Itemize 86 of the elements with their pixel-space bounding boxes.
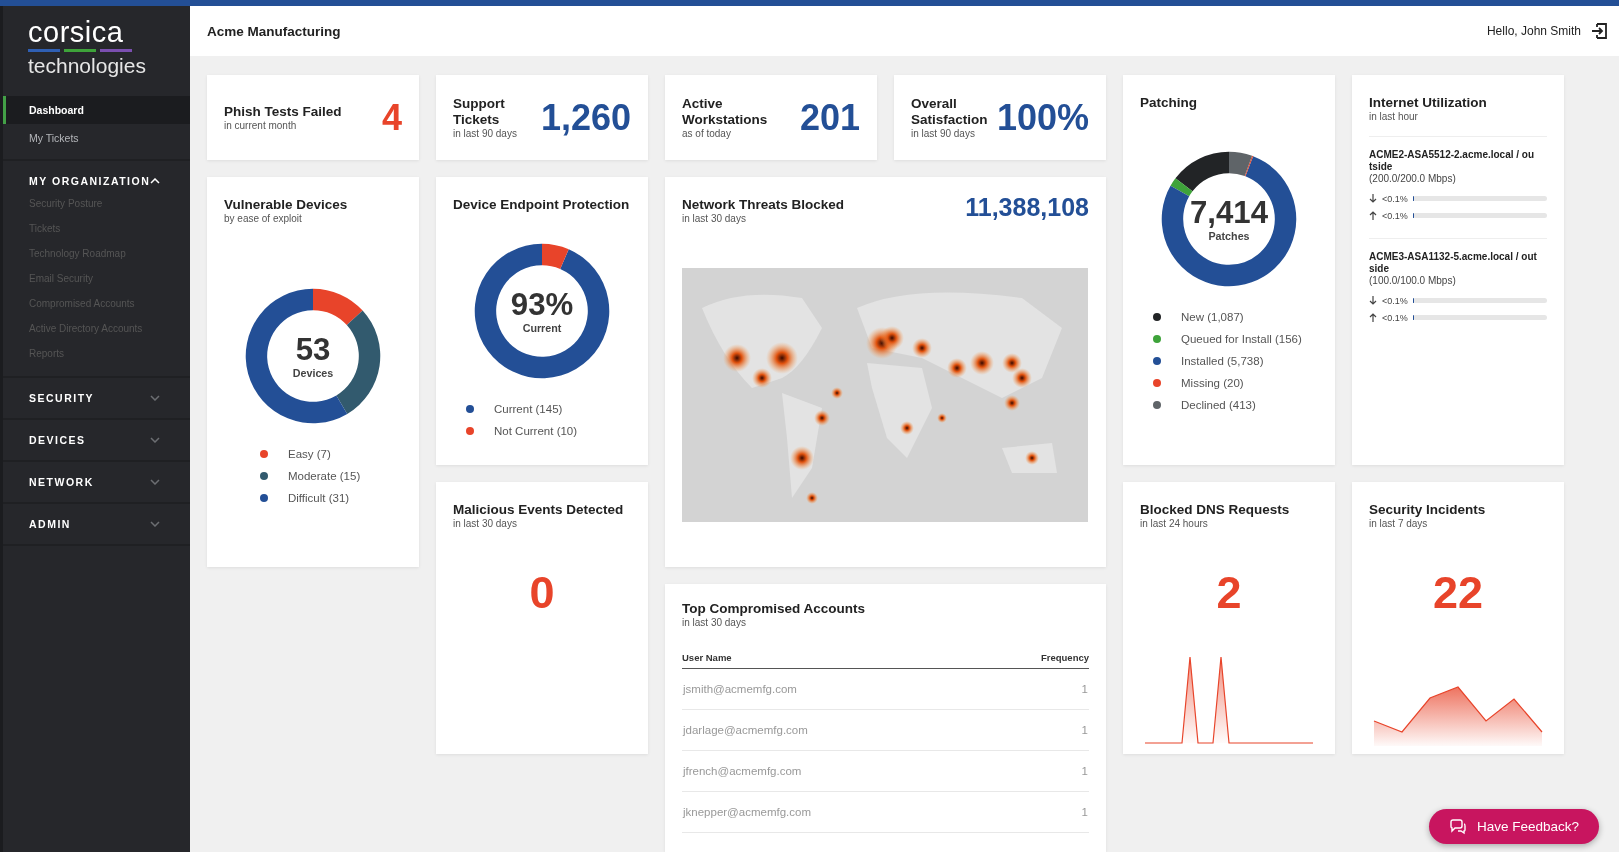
- card-title: Vulnerable Devices: [224, 197, 349, 213]
- column-header: User Name: [682, 652, 732, 663]
- section-header[interactable]: MY ORGANIZATION: [3, 161, 190, 201]
- legend-label: Not Current (10): [494, 425, 578, 437]
- link-name: ACME2-ASA5512-2.acme.local / outside: [1369, 149, 1536, 173]
- card-subtitle: in last 7 days: [1369, 518, 1429, 529]
- section-header[interactable]: NETWORK: [3, 462, 190, 502]
- table-cell: 1: [1081, 683, 1088, 695]
- stat-value: 100%: [996, 96, 1089, 139]
- card-subtitle: in last 90 days: [911, 128, 976, 139]
- chat-icon: [1448, 818, 1467, 835]
- card-subtitle: in last 90 days: [453, 128, 518, 139]
- donut-center-value: 93%: [510, 286, 574, 322]
- section-header[interactable]: ADMIN: [3, 504, 190, 544]
- donut-center-label: Patches: [1208, 230, 1250, 243]
- threat-count: 11,388,108: [965, 193, 1089, 222]
- card-subtitle: by ease of exploit: [224, 213, 303, 224]
- card-title: Support Tickets: [453, 96, 506, 128]
- section-header[interactable]: SECURITY: [3, 378, 190, 418]
- logo-text: technologies: [28, 55, 147, 77]
- donut-center-label: Current: [522, 322, 562, 335]
- table-cell: 1: [1081, 765, 1088, 777]
- card-subtitle: in current month: [224, 120, 298, 131]
- column-header: Frequency: [1040, 652, 1089, 663]
- chevron-icon: [150, 521, 160, 527]
- legend-label: Difficult (31): [288, 492, 350, 504]
- card-title: Top Compromised Accounts: [682, 601, 866, 617]
- card-title: Overall Satisfaction: [911, 96, 989, 128]
- metric-value: 2: [1215, 567, 1243, 619]
- table-cell: 1: [1081, 724, 1088, 736]
- link-capacity: (200.0/200.0 Mbps): [1369, 173, 1457, 184]
- card-title: Patching: [1140, 95, 1198, 111]
- table-cell: jfrench@acmemfg.com: [683, 765, 802, 777]
- donut-center-label: Devices: [292, 367, 334, 380]
- metric-value: 0: [528, 567, 556, 619]
- rate-reading: <0.1%: [1382, 295, 1408, 306]
- logo-stripes-icon: [28, 49, 132, 53]
- donut-center-value: 53: [295, 331, 331, 367]
- chevron-icon: [150, 178, 161, 184]
- chevron-icon: [150, 437, 160, 443]
- chevron-icon: [150, 395, 160, 401]
- company-name: Acme Manufacturing: [207, 23, 342, 39]
- section-header[interactable]: DEVICES: [3, 420, 190, 460]
- legend-label: Queued for Install (156): [1181, 333, 1302, 345]
- table-cell: jsmith@acmemfg.com: [683, 683, 797, 695]
- legend-label: Missing (20): [1181, 377, 1244, 389]
- chevron-icon: [150, 479, 160, 485]
- card-subtitle: in last 24 hours: [1140, 518, 1209, 529]
- card-subtitle: in last 30 days: [682, 617, 747, 628]
- rate-reading: <0.1%: [1382, 193, 1408, 204]
- card-title: Active Workstations: [682, 96, 769, 128]
- card-title: Device Endpoint Protection: [453, 197, 631, 213]
- greeting-text: Hello, John Smith: [1486, 24, 1581, 38]
- card-subtitle: in last hour: [1369, 111, 1419, 122]
- card-subtitle: in last 30 days: [682, 213, 747, 224]
- card-title: Internet Utilization: [1369, 95, 1488, 111]
- legend-label: Installed (5,738): [1181, 355, 1264, 367]
- stat-value: 4: [381, 96, 402, 139]
- card-title: Security Incidents: [1369, 502, 1487, 518]
- metric-value: 22: [1431, 567, 1485, 619]
- card-title: Blocked DNS Requests: [1140, 502, 1291, 518]
- legend-label: Current (145): [494, 403, 563, 415]
- donut-center-value: 7,414: [1190, 194, 1268, 230]
- nav-item[interactable]: Dashboard: [3, 96, 190, 124]
- legend-label: Easy (7): [288, 448, 331, 460]
- stat-value: 1,260: [540, 96, 631, 139]
- legend-label: Declined (413): [1181, 399, 1256, 411]
- logout-icon[interactable]: [1591, 23, 1607, 39]
- nav-item[interactable]: My Tickets: [3, 124, 190, 152]
- rate-reading: <0.1%: [1382, 210, 1408, 221]
- table-cell: jdarlage@acmemfg.com: [683, 724, 808, 736]
- legend-label: Moderate (15): [288, 470, 361, 482]
- card-subtitle: in last 30 days: [453, 518, 518, 529]
- card-title: Network Threats Blocked: [682, 197, 845, 213]
- logo-text: corsica: [28, 18, 125, 46]
- link-capacity: (100.0/100.0 Mbps): [1369, 275, 1457, 286]
- table-cell: jknepper@acmemfg.com: [683, 806, 811, 818]
- legend-label: New (1,087): [1181, 311, 1244, 323]
- card-title: Malicious Events Detected: [453, 502, 625, 518]
- link-name: ACME3-ASA1132-5.acme.local / outside: [1369, 251, 1538, 275]
- stat-value: 201: [799, 96, 860, 139]
- feedback-button[interactable]: Have Feedback?: [1428, 809, 1599, 844]
- table-cell: 1: [1081, 806, 1088, 818]
- rate-reading: <0.1%: [1382, 312, 1408, 323]
- card-subtitle: as of today: [682, 128, 732, 139]
- card-title: Phish Tests Failed: [224, 104, 342, 120]
